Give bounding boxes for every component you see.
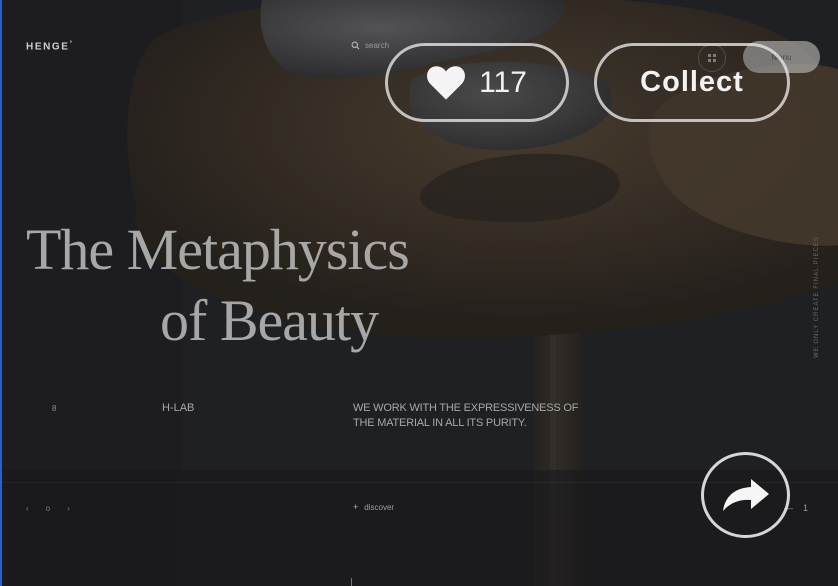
share-button[interactable] (701, 452, 790, 538)
search-label: search (365, 41, 390, 50)
like-count: 117 (479, 65, 527, 99)
pager-dot[interactable]: o (46, 504, 50, 513)
discover-label: discover (364, 502, 395, 512)
arrow-next[interactable]: 1 (803, 503, 808, 513)
hero-title-line-1: The Metaphysics (26, 217, 410, 282)
page-frame: HENGE° search Menu 117 Collect The Metap… (0, 0, 838, 586)
search-trigger[interactable]: search (351, 41, 389, 50)
lab-label: H-LAB (162, 402, 195, 414)
brand-logo[interactable]: HENGE° (26, 41, 74, 52)
like-button[interactable]: 117 (385, 43, 569, 122)
slide-pager: ‹ o › (26, 504, 70, 513)
share-arrow-icon (722, 479, 769, 511)
tagline: WE WORK WITH THE EXPRESSIVENESS OF THE M… (353, 402, 579, 429)
collect-label: Collect (640, 66, 744, 98)
brand-name: HENGE (26, 41, 70, 53)
slide-number: 8 (52, 404, 57, 413)
side-caption: WE ONLY CREATE FINAL PIECES (814, 236, 820, 358)
hero-title-line-2: of Beauty (160, 288, 379, 353)
heart-icon (427, 65, 466, 100)
search-icon (351, 41, 360, 50)
plus-icon: + (353, 502, 359, 512)
collect-button[interactable]: Collect (594, 43, 790, 122)
scroll-indicator (351, 578, 352, 586)
pager-next[interactable]: › (67, 504, 70, 513)
brand-mark: ° (69, 41, 74, 47)
pager-prev[interactable]: ‹ (26, 504, 29, 513)
discover-link[interactable]: + discover (353, 502, 394, 512)
